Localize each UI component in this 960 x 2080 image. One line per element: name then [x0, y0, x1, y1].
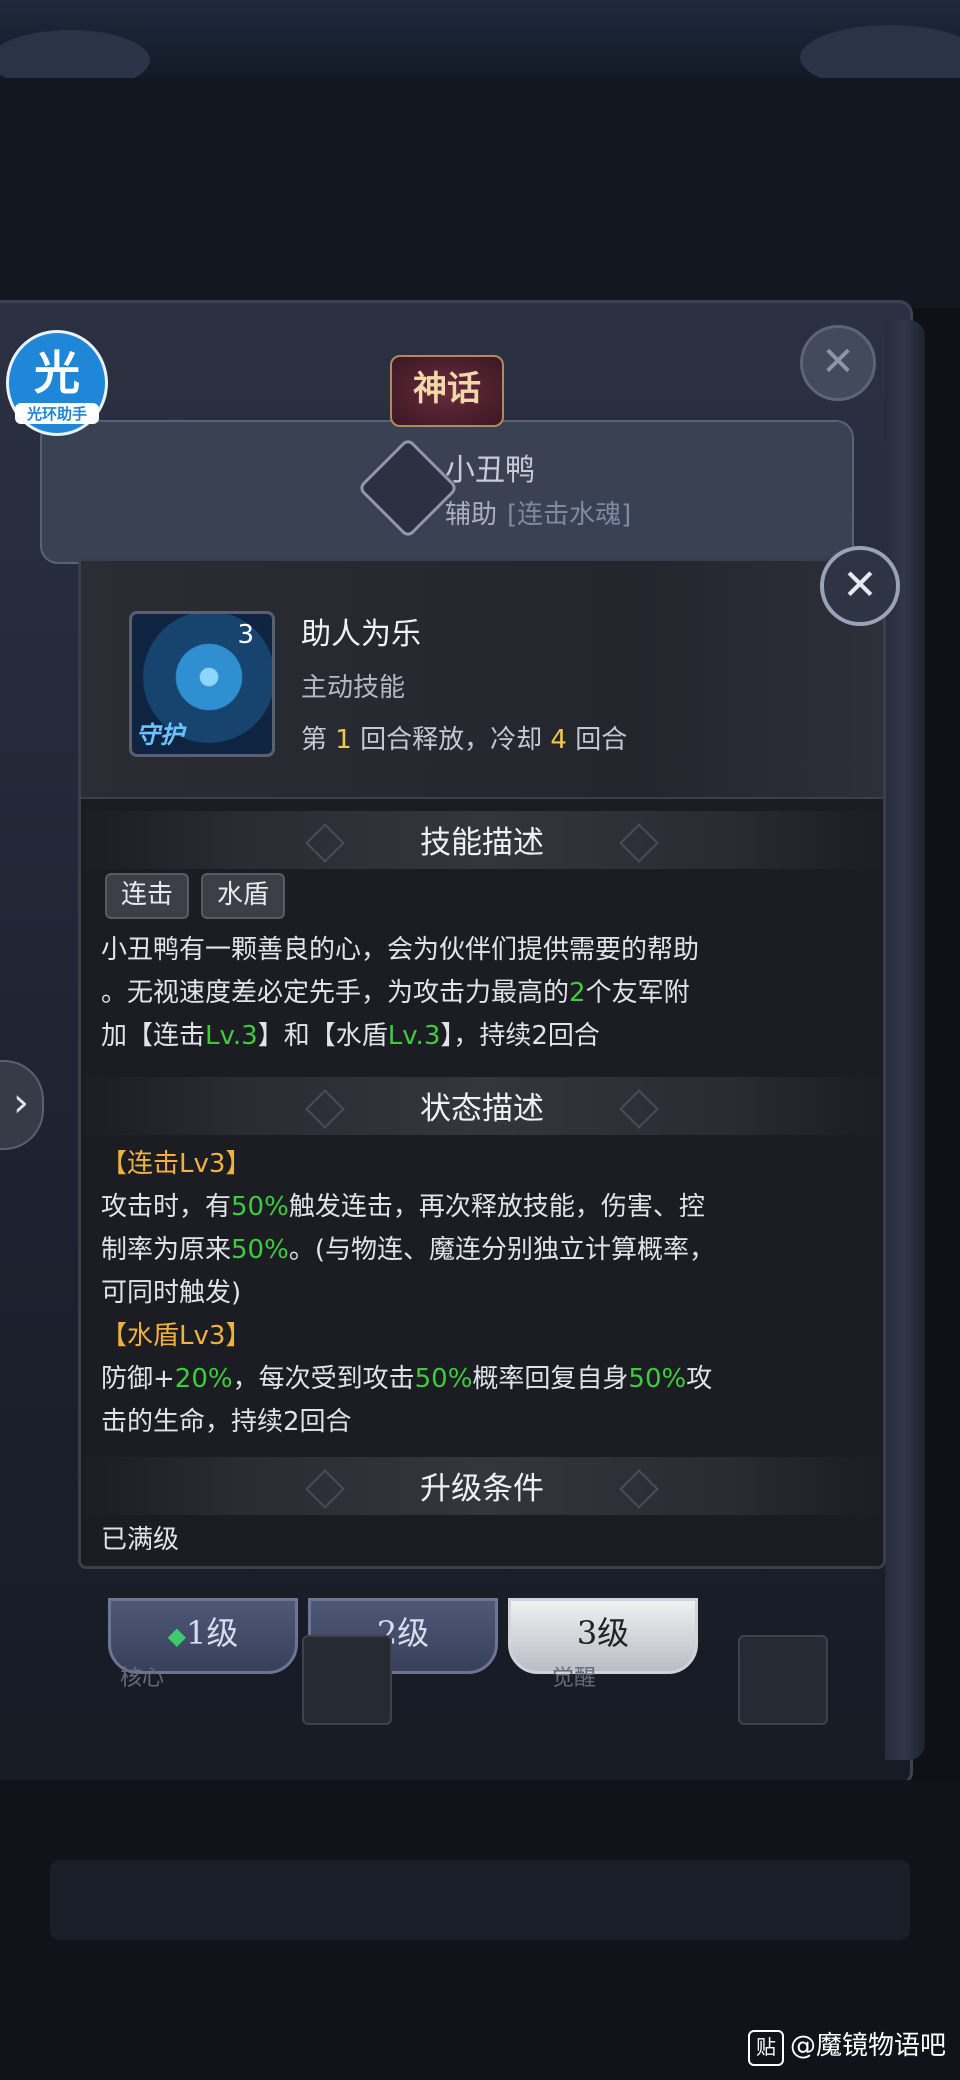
- skill-popup: 3 守护 助人为乐 主动技能 第 1 回合释放，冷却 4 回合 技能描述 连击 …: [78, 558, 886, 1569]
- state-line: 可同时触发): [101, 1278, 242, 1308]
- character-role: 辅助 [连击水魂]: [445, 494, 631, 531]
- state-title-combo: 【连击Lv3】: [101, 1149, 252, 1179]
- state-description: 【连击Lv3】 攻击时，有50%触发连击，再次释放技能，伤害、控 制率为原来50…: [101, 1143, 861, 1444]
- cooldown-value: 4: [550, 725, 567, 755]
- cooldown-text: 第: [301, 725, 328, 755]
- bottom-bar: [50, 1860, 910, 1940]
- level-tab-label: 1级: [186, 1614, 239, 1652]
- skill-description: 小丑鸭有一颗善良的心，会为伙伴们提供需要的帮助 。无视速度差必定先手，为攻击力最…: [101, 929, 861, 1058]
- gem-icon: ◆: [167, 1622, 187, 1650]
- skill-tag-combo[interactable]: 连击: [105, 873, 190, 919]
- section-title: 状态描述: [420, 1091, 544, 1127]
- watermark: 贴 @魔镜物语吧: [747, 2025, 946, 2066]
- skill-header: 3 守护 助人为乐 主动技能 第 1 回合释放，冷却 4 回合: [81, 561, 883, 799]
- rarity-badge: 神话: [390, 355, 504, 427]
- close-icon[interactable]: ✕: [820, 546, 900, 626]
- level-tab-3[interactable]: 3级: [508, 1598, 698, 1674]
- equipment-slot[interactable]: [302, 1635, 392, 1725]
- cooldown-release-round: 1: [335, 725, 352, 755]
- description-line: 小丑鸭有一颗善良的心，会为伙伴们提供需要的帮助: [101, 935, 700, 965]
- description-line: 。无视速度差必定先手，为攻击力最高的2个友军附: [101, 978, 690, 1008]
- state-line: 防御+20%，每次受到攻击50%概率回复自身50%攻: [101, 1364, 713, 1394]
- skill-icon-label: 守护: [136, 721, 184, 749]
- role-label: 辅助: [445, 500, 498, 530]
- character-name: 小丑鸭: [445, 453, 535, 488]
- skill-name: 助人为乐: [301, 617, 421, 652]
- skill-icon: 3 守护: [129, 611, 275, 757]
- cooldown-text: 回合释放，冷却: [360, 725, 543, 755]
- cooldown-text: 回合: [575, 725, 628, 755]
- section-title: 升级条件: [420, 1471, 544, 1507]
- section-upgrade: 升级条件: [81, 1457, 883, 1515]
- card-spine: [885, 320, 925, 1760]
- app-logo-text: 光环助手: [15, 403, 99, 424]
- skill-cooldown: 第 1 回合释放，冷却 4 回合: [301, 719, 627, 756]
- state-line: 击的生命，持续2回合: [101, 1407, 352, 1437]
- card-close-button[interactable]: ✕: [800, 325, 876, 401]
- state-line: 攻击时，有50%触发连击，再次释放技能，伤害、控: [101, 1192, 705, 1222]
- app-logo-glyph: 光: [34, 346, 80, 400]
- section-state-desc: 状态描述: [81, 1077, 883, 1135]
- sub-label-core: 核心: [120, 1666, 165, 1691]
- skill-tag-shield[interactable]: 水盾: [201, 873, 286, 919]
- equipment-slot[interactable]: [738, 1635, 828, 1725]
- role-tag: [连击水魂]: [507, 500, 632, 530]
- watermark-text: @魔镜物语吧: [789, 2031, 946, 2061]
- upgrade-status: 已满级: [101, 1525, 180, 1555]
- top-decoration: [0, 0, 960, 90]
- section-skill-desc: 技能描述: [81, 811, 883, 869]
- skill-icon-level: 3: [237, 620, 254, 650]
- state-line: 制率为原来50%。(与物连、魔连分别独立计算概率，: [101, 1235, 715, 1265]
- app-logo: 光 光环助手: [6, 330, 108, 436]
- sub-label-awaken: 觉醒: [552, 1666, 597, 1691]
- state-title-shield: 【水盾Lv3】: [101, 1321, 252, 1351]
- skill-type: 主动技能: [301, 673, 406, 703]
- tieba-icon: 贴: [747, 2030, 784, 2066]
- description-line: 加【连击Lv.3】和【水盾Lv.3】，持续2回合: [101, 1021, 600, 1051]
- section-title: 技能描述: [420, 825, 544, 861]
- background: [0, 78, 960, 308]
